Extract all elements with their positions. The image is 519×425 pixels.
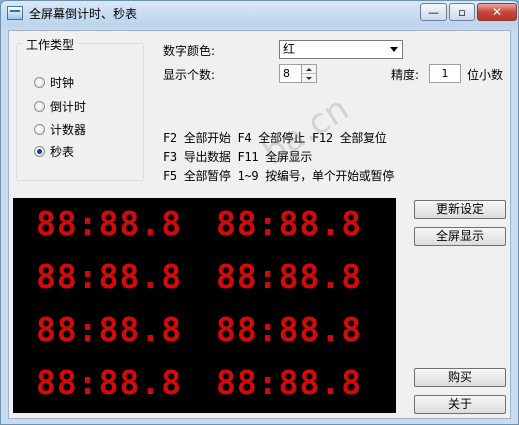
count-input[interactable]: 8 (279, 64, 301, 83)
window-title: 全屏幕倒计时、秒表 (29, 7, 138, 21)
minimize-button[interactable]: — (420, 3, 447, 21)
timer-8: 88:88.8 (216, 363, 363, 402)
precision-unit: 位小数 (467, 68, 504, 82)
app-icon (7, 6, 23, 20)
title-bar[interactable]: 全屏幕倒计时、秒表 — ▫ ✕ (1, 1, 518, 25)
timer-4: 88:88.8 (216, 257, 363, 296)
radio-countdown-label: 倒计时 (50, 100, 87, 114)
timer-2: 88:88.8 (216, 204, 363, 243)
timer-6: 88:88.8 (216, 310, 363, 349)
close-button[interactable]: ✕ (477, 3, 517, 21)
color-label: 数字颜色: (163, 44, 216, 58)
mode-group-title: 工作类型 (23, 36, 78, 53)
radio-counter-label: 计数器 (50, 123, 87, 137)
client-area: 工作类型 时钟 倒计时 计数器 秒表 数字颜色: 红 显示个数: 8 精度: 1… (8, 30, 511, 419)
precision-input[interactable]: 1 (429, 64, 461, 83)
color-select[interactable]: 红 (279, 40, 403, 59)
fullscreen-button[interactable]: 全屏显示 (414, 227, 506, 246)
maximize-button[interactable]: ▫ (449, 3, 475, 21)
app-window: 全屏幕倒计时、秒表 — ▫ ✕ 工作类型 时钟 倒计时 计数器 秒表 数字颜色:… (0, 0, 519, 425)
count-label: 显示个数: (163, 68, 216, 82)
precision-label: 精度: (391, 68, 420, 82)
timer-5: 88:88.8 (36, 310, 183, 349)
timer-3: 88:88.8 (36, 257, 183, 296)
radio-clock-icon (34, 77, 45, 88)
radio-countdown[interactable]: 倒计时 (34, 98, 86, 115)
radio-counter-icon (34, 124, 45, 135)
about-button[interactable]: 关于 (414, 395, 506, 414)
color-select-value: 红 (283, 42, 296, 56)
timer-display-panel: 88:88.8 88:88.8 88:88.8 88:88.8 88:88.8 … (13, 198, 396, 413)
count-stepper[interactable] (301, 64, 317, 83)
radio-clock-label: 时钟 (50, 76, 75, 90)
radio-counter[interactable]: 计数器 (34, 121, 86, 138)
chevron-down-icon (390, 47, 398, 52)
radio-countdown-icon (34, 101, 45, 112)
spin-up-icon[interactable] (302, 65, 316, 74)
buy-button[interactable]: 购买 (414, 368, 506, 387)
radio-stopwatch-icon (34, 146, 45, 157)
update-settings-button[interactable]: 更新设定 (414, 200, 506, 219)
radio-clock[interactable]: 时钟 (34, 74, 74, 91)
spin-down-icon[interactable] (302, 74, 316, 82)
radio-stopwatch[interactable]: 秒表 (34, 143, 74, 160)
timer-1: 88:88.8 (36, 204, 183, 243)
timer-7: 88:88.8 (36, 363, 183, 402)
radio-stopwatch-label: 秒表 (50, 145, 75, 159)
